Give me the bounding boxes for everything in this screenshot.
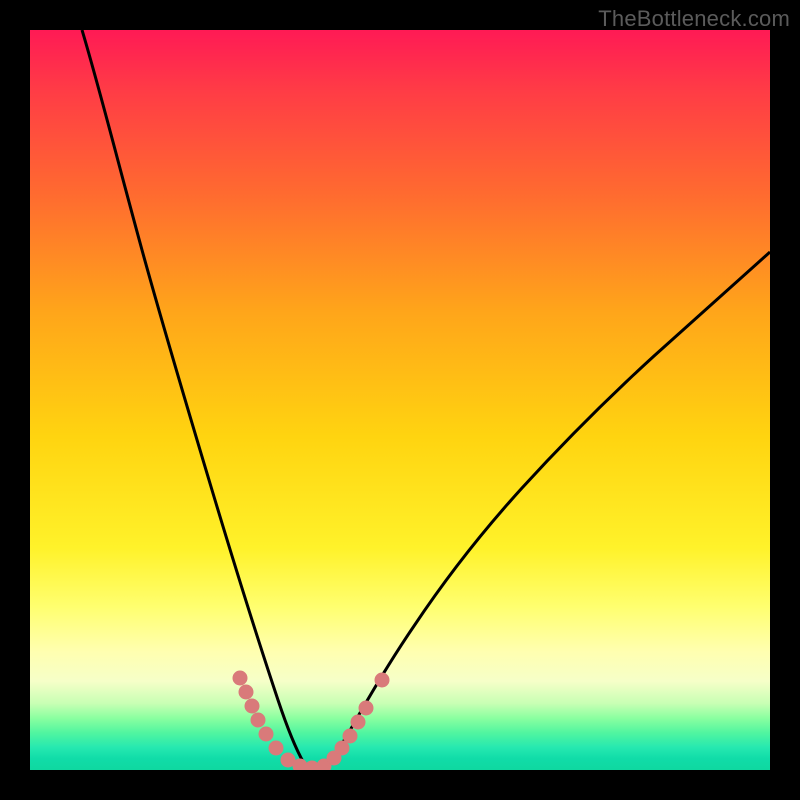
salmon-marker-group [233,671,389,770]
chart-canvas: TheBottleneck.com [0,0,800,800]
curve-layer [30,30,770,770]
plot-area [30,30,770,770]
watermark-label: TheBottleneck.com [598,6,790,32]
bottleneck-curve [82,30,770,769]
